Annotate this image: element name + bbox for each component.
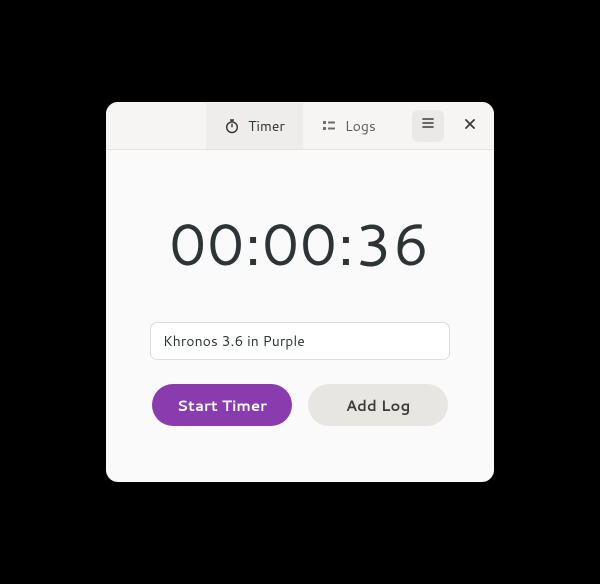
header-controls — [412, 110, 486, 142]
task-name-input[interactable] — [150, 322, 450, 360]
close-button[interactable] — [454, 110, 486, 142]
stopwatch-icon — [224, 118, 240, 134]
list-icon — [321, 118, 337, 134]
menu-button[interactable] — [412, 110, 444, 142]
close-icon — [463, 114, 477, 137]
tab-label: Logs — [345, 119, 376, 133]
tab-label: Timer — [248, 119, 285, 133]
tab-timer[interactable]: Timer — [206, 103, 303, 149]
start-timer-button[interactable]: Start Timer — [152, 384, 292, 426]
tab-logs[interactable]: Logs — [303, 103, 394, 149]
hamburger-icon — [420, 114, 436, 137]
view-switcher: Timer Logs — [206, 102, 394, 149]
app-window: Timer Logs — [106, 102, 494, 482]
timer-view: 00:00:36 Start Timer Add Log — [106, 150, 494, 482]
add-log-button[interactable]: Add Log — [308, 384, 448, 426]
headerbar: Timer Logs — [106, 102, 494, 150]
elapsed-time: 00:00:36 — [169, 202, 430, 284]
action-row: Start Timer Add Log — [152, 384, 448, 426]
